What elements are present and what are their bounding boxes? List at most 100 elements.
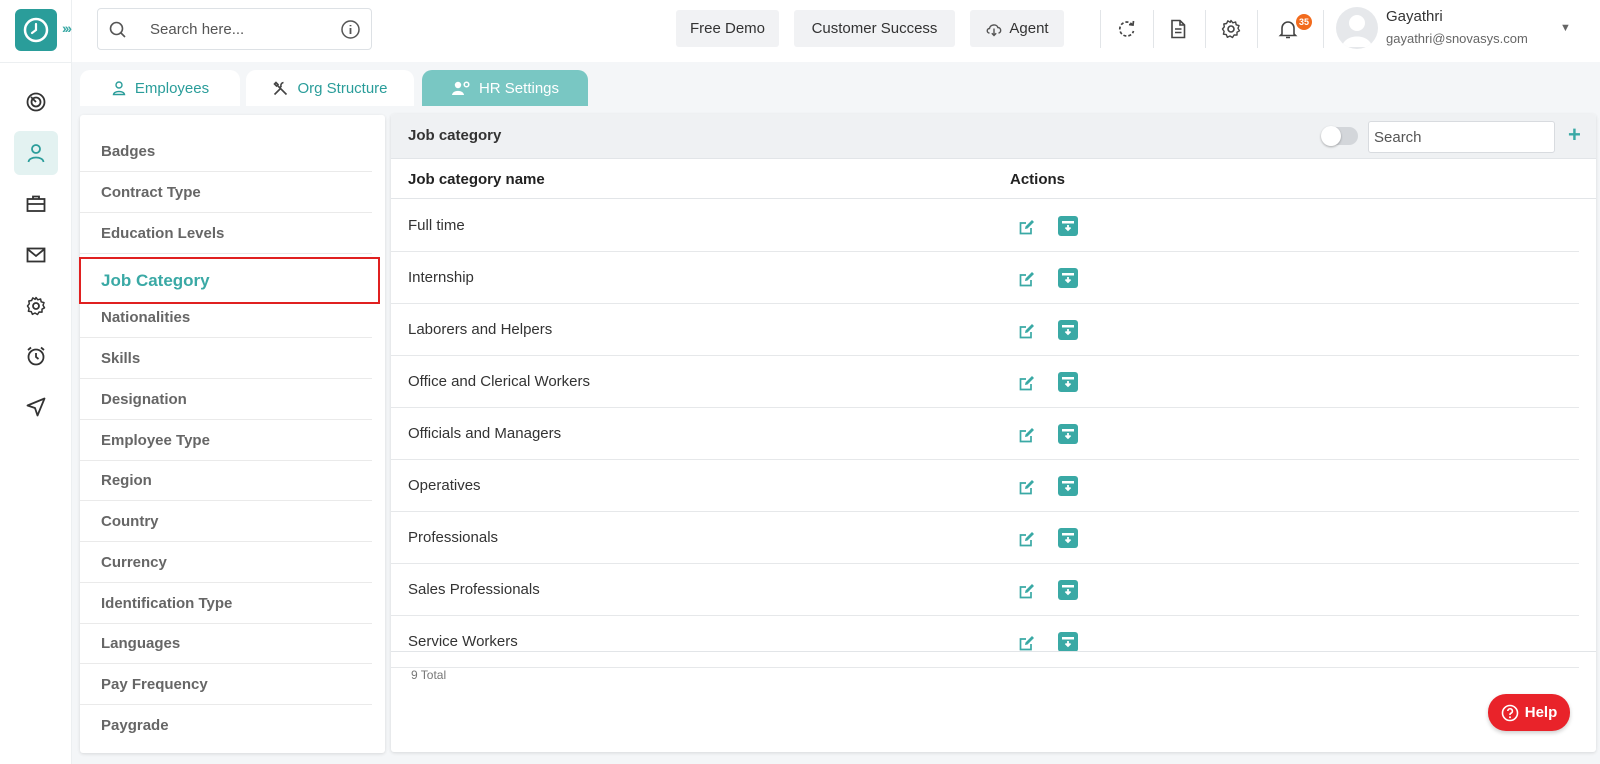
tab-hr-settings[interactable]: HR Settings [422, 70, 588, 106]
archive-icon[interactable] [1058, 320, 1078, 340]
job-category-name: Full time [408, 217, 465, 234]
user-email: gayathri@snovasys.com [1386, 31, 1528, 46]
question-circle-icon [1501, 704, 1519, 721]
menu-item-designation[interactable]: Designation [80, 379, 372, 420]
tab-label: HR Settings [478, 79, 560, 97]
users-gear-icon [451, 81, 470, 95]
user-icon [27, 144, 45, 163]
column-header-name: Job category name [408, 170, 545, 188]
tab-employees[interactable]: Employees [80, 70, 240, 106]
archive-icon[interactable] [1058, 476, 1078, 496]
user-icon [112, 81, 126, 96]
job-category-name: Service Workers [408, 633, 518, 650]
menu-item-region[interactable]: Region [80, 460, 372, 501]
column-header-actions: Actions [1010, 170, 1066, 188]
table-row: Service Workers [391, 616, 1579, 668]
tab-org-structure[interactable]: Org Structure [246, 70, 414, 106]
edit-icon[interactable] [1018, 582, 1036, 605]
agent-button[interactable]: Agent [970, 10, 1064, 47]
header-divider [391, 198, 1596, 199]
archive-icon[interactable] [1058, 580, 1078, 600]
mail-icon [26, 247, 46, 263]
footer-divider [391, 651, 1596, 652]
table-row: Full time [391, 200, 1579, 252]
document-icon[interactable] [1166, 17, 1190, 41]
archive-icon[interactable] [1058, 372, 1078, 392]
toolbar-divider [1153, 10, 1154, 48]
top-bar: Search here... Free Demo Customer Succes… [72, 0, 1600, 62]
menu-item-currency[interactable]: Currency [80, 542, 372, 583]
archive-icon[interactable] [1058, 216, 1078, 236]
avatar[interactable] [1336, 7, 1378, 49]
edit-icon[interactable] [1018, 374, 1036, 397]
add-icon[interactable]: + [1568, 122, 1581, 148]
rail-send[interactable] [14, 385, 58, 429]
rail-employees[interactable] [14, 131, 58, 175]
table-row: Operatives [391, 460, 1579, 512]
menu-item-education-levels[interactable]: Education Levels [80, 213, 372, 254]
menu-item-languages[interactable]: Languages [80, 623, 372, 664]
help-button[interactable]: Help [1488, 694, 1570, 731]
send-icon [26, 397, 46, 417]
total-count: 9 Total [411, 668, 447, 682]
notification-badge: 35 [1296, 14, 1312, 30]
archive-icon[interactable] [1058, 528, 1078, 548]
cloud-download-icon [986, 23, 1002, 36]
edit-icon[interactable] [1018, 478, 1036, 501]
menu-item-pay-frequency[interactable]: Pay Frequency [80, 664, 372, 705]
edit-icon[interactable] [1018, 270, 1036, 293]
free-demo-button[interactable]: Free Demo [676, 10, 779, 47]
archive-icon[interactable] [1058, 268, 1078, 288]
global-search-input[interactable]: Search here... [97, 8, 372, 50]
rail-settings[interactable] [14, 284, 58, 328]
menu-item-nationalities[interactable]: Nationalities [80, 297, 372, 338]
rail-projects[interactable] [14, 182, 58, 226]
toolbar-divider [1205, 10, 1206, 48]
menu-item-identification-type[interactable]: Identification Type [80, 583, 372, 624]
job-category-name: Operatives [408, 477, 481, 494]
menu-item-skills[interactable]: Skills [80, 338, 372, 379]
chevron-down-icon[interactable]: ▼ [1560, 22, 1571, 34]
job-category-name: Professionals [408, 529, 499, 546]
panel-search-input[interactable] [1368, 121, 1555, 153]
tools-icon [273, 80, 288, 95]
archive-toggle[interactable] [1321, 126, 1358, 146]
rail-dashboard[interactable] [14, 80, 58, 124]
tab-label: Employees [134, 79, 210, 97]
briefcase-icon [26, 195, 46, 212]
menu-item-contract-type[interactable]: Contract Type [80, 172, 372, 213]
user-name[interactable]: Gayathri [1386, 8, 1443, 25]
job-category-name: Officials and Managers [408, 425, 562, 442]
agent-label: Agent [1009, 20, 1049, 37]
settings-gear-icon[interactable] [1219, 17, 1243, 41]
toolbar-divider [1100, 10, 1101, 48]
menu-item-badges[interactable]: Badges [80, 131, 372, 172]
clock-logo-icon [23, 17, 49, 43]
app-logo[interactable] [15, 9, 57, 51]
menu-item-country[interactable]: Country [80, 501, 372, 542]
archive-icon[interactable] [1058, 632, 1078, 652]
customer-success-button[interactable]: Customer Success [794, 10, 955, 47]
refresh-icon[interactable] [1115, 17, 1139, 41]
help-label: Help [1524, 704, 1558, 721]
menu-item-employee-type[interactable]: Employee Type [80, 420, 372, 461]
menu-item-paygrade[interactable]: Paygrade [80, 705, 372, 746]
edit-icon[interactable] [1018, 218, 1036, 241]
expand-sidebar-icon[interactable]: ››› [62, 20, 72, 36]
rail-mail[interactable] [14, 233, 58, 277]
job-category-name: Internship [408, 269, 474, 286]
edit-icon[interactable] [1018, 322, 1036, 345]
toolbar-divider [1323, 10, 1324, 48]
rail-divider [0, 62, 72, 63]
table-row: Officials and Managers [391, 408, 1579, 460]
left-rail: ››› [0, 0, 72, 764]
archive-icon[interactable] [1058, 424, 1078, 444]
hr-settings-menu: Badges Contract Type Education Levels Jo… [79, 115, 385, 753]
edit-icon[interactable] [1018, 426, 1036, 449]
info-icon[interactable] [340, 19, 361, 45]
edit-icon[interactable] [1018, 530, 1036, 553]
rail-timesheet[interactable] [14, 334, 58, 378]
dashboard-icon [26, 92, 46, 112]
edit-icon[interactable] [1018, 634, 1036, 657]
search-placeholder: Search here... [150, 21, 245, 38]
